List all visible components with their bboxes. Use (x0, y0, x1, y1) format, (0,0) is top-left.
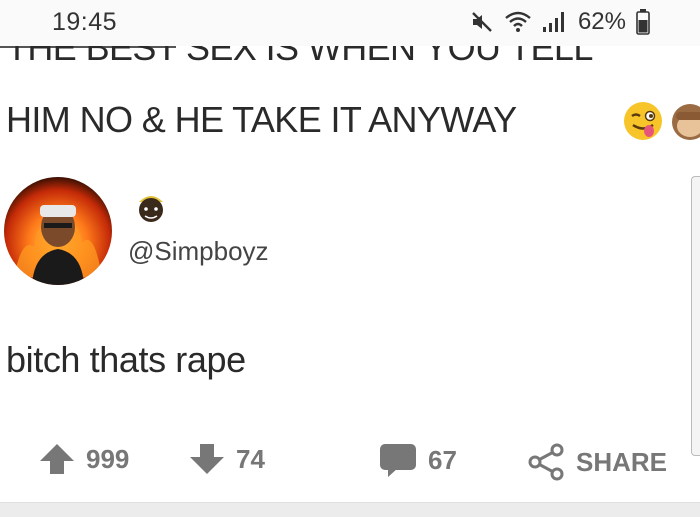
avatar[interactable] (4, 177, 112, 285)
downvote-count: 74 (236, 443, 265, 474)
battery-icon (636, 9, 650, 35)
status-bar: 19:45 62% (0, 0, 700, 46)
battery-percent: 62% (577, 8, 626, 35)
arrow-up-icon (38, 442, 76, 476)
scroll-indicator[interactable] (691, 176, 700, 456)
reply-text: bitch thats rape (6, 339, 246, 380)
comments-button[interactable]: 67 (378, 442, 457, 478)
signal-icon (542, 10, 568, 34)
upvote-count: 999 (86, 443, 130, 474)
upvote-button[interactable]: 999 (38, 442, 129, 476)
bottom-band (0, 502, 700, 517)
share-icon (526, 442, 566, 482)
share-button[interactable]: SHARE (526, 442, 667, 482)
share-label: SHARE (576, 446, 668, 477)
comment-count: 67 (428, 444, 457, 475)
headline-line-2: HIM NO & HE TAKE IT ANYWAY (6, 99, 517, 140)
headline-line-1: THE BEST SEX IS WHEN YOU TELL (6, 46, 593, 68)
winking-tongue-emoji (622, 100, 664, 147)
status-time: 19:45 (52, 8, 118, 36)
see-no-evil-monkey-emoji (670, 100, 700, 147)
reply-handle: @Simpboyz (128, 236, 269, 266)
downvote-button[interactable]: 74 (188, 442, 265, 476)
arrow-down-icon (188, 442, 226, 476)
status-icons: 62% (470, 8, 650, 36)
profile-emoji-icon (134, 190, 168, 233)
post-image[interactable]: THE BEST SEX IS WHEN YOU TELL HIM NO & H… (0, 46, 700, 502)
comment-icon (378, 442, 418, 478)
mute-icon (470, 10, 494, 34)
wifi-icon (504, 10, 532, 34)
